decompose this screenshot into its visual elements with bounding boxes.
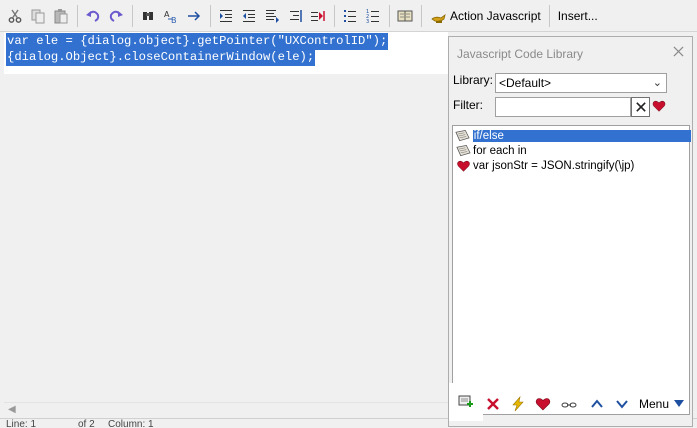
favorite-button[interactable] [533, 395, 553, 413]
goto-button[interactable] [183, 4, 205, 28]
snippet-list[interactable]: if/else for each in var jsonStr = JSON.s… [452, 125, 691, 415]
redo-icon [109, 10, 123, 22]
scroll-icon [455, 128, 471, 143]
list-item-label: var jsonStr = JSON.stringify(\jp) [473, 159, 635, 172]
copy-button[interactable] [27, 4, 49, 28]
toolbar-separator [210, 4, 211, 27]
add-snippet-button[interactable] [449, 383, 483, 421]
code-line[interactable]: {dialog.Object}.closeContainerWindow(ele… [6, 49, 316, 66]
bullets-button[interactable] [339, 4, 361, 28]
action-javascript-button[interactable]: Action Javascript [426, 4, 545, 28]
undo-button[interactable] [82, 4, 104, 28]
outdent-button[interactable] [238, 4, 260, 28]
numbered-icon: 123 [366, 9, 379, 24]
indent-button[interactable] [215, 4, 237, 28]
toolbar-separator [77, 4, 78, 27]
chevron-up-icon [591, 399, 603, 408]
toolbar-separator [334, 4, 335, 27]
chevron-down-icon [616, 400, 628, 409]
code-text-area[interactable]: var ele = {dialog.object}.getPointer("UX… [4, 32, 448, 74]
redo-button[interactable] [105, 4, 127, 28]
numbered-button[interactable]: 123 [362, 4, 384, 28]
menu-label: Menu [639, 397, 670, 411]
right-align-button[interactable] [284, 4, 306, 28]
clear-icon [635, 102, 646, 112]
library-book-button[interactable] [394, 4, 416, 28]
move-up-button[interactable] [587, 395, 607, 413]
binoculars-icon [143, 11, 153, 20]
triangle-down-icon [674, 400, 685, 407]
heart-icon [535, 398, 551, 411]
scroll-left-icon[interactable]: ◀ [8, 404, 16, 415]
svg-text:A: A [164, 10, 170, 19]
close-icon [672, 45, 684, 57]
paste-button[interactable] [50, 4, 72, 28]
align-icon [266, 9, 279, 23]
menu-button[interactable]: Menu [639, 397, 685, 411]
list-item[interactable]: for each in [455, 143, 691, 158]
bullets-icon [344, 9, 356, 22]
cut-button[interactable] [4, 4, 26, 28]
move-down-button[interactable] [612, 395, 632, 413]
svg-text:B: B [171, 16, 177, 24]
heart-icon [455, 158, 471, 173]
filter-input[interactable] [495, 97, 631, 117]
filter-label: Filter: [453, 98, 483, 112]
lightning-icon [512, 396, 524, 412]
delete-button[interactable] [483, 395, 503, 413]
toolbar-separator [132, 4, 133, 27]
book-icon [397, 10, 413, 21]
svg-text:3: 3 [366, 19, 369, 24]
outdent-icon [243, 9, 255, 22]
bookmark-button[interactable] [307, 4, 329, 28]
scissors-icon [8, 9, 22, 23]
action-javascript-label: Action Javascript [450, 8, 541, 23]
toolbar-separator [548, 4, 550, 27]
horizontal-scrollbar[interactable]: ◀ [4, 402, 448, 418]
list-item[interactable]: var jsonStr = JSON.stringify(\jp) [455, 158, 691, 173]
replace-icon: AB [164, 10, 177, 24]
undo-icon [86, 10, 100, 22]
add-snippet-icon [458, 395, 473, 407]
toolbar-separator [421, 4, 422, 27]
scroll-icon [455, 143, 471, 158]
right-align-icon [290, 9, 302, 22]
arrow-right-icon [188, 10, 201, 21]
copy-icon [31, 9, 45, 23]
clear-filter-button[interactable] [631, 97, 650, 117]
align-button[interactable] [261, 4, 283, 28]
replace-button[interactable]: AB [160, 4, 182, 28]
panel-toolbar: Menu [449, 383, 692, 423]
find-button[interactable] [137, 4, 159, 28]
delete-icon [487, 398, 499, 410]
panel-title: Javascript Code Library [457, 47, 584, 61]
chevron-down-icon: ⌄ [652, 77, 662, 89]
library-select[interactable]: <Default> ⌄ [495, 73, 667, 93]
link-button[interactable] [559, 395, 579, 413]
run-button[interactable] [508, 395, 528, 413]
insert-label: Insert... [557, 8, 598, 23]
code-line[interactable]: var ele = {dialog.object}.getPointer("UX… [6, 33, 389, 50]
list-item-label: for each in [473, 144, 527, 157]
favorites-heart-icon[interactable] [652, 99, 666, 113]
main-toolbar: AB 123 Action Javascript Insert... [0, 0, 697, 32]
bookmark-icon [311, 10, 325, 21]
javascript-code-library-panel: Javascript Code Library Library: <Defaul… [448, 36, 693, 427]
library-label: Library: [453, 73, 494, 87]
indent-icon [220, 9, 232, 22]
library-select-value: <Default> [499, 76, 552, 90]
list-item[interactable]: if/else [455, 128, 691, 143]
close-button[interactable] [670, 43, 686, 59]
paste-icon [54, 8, 68, 23]
link-icon [561, 402, 577, 408]
genie-lamp-icon [431, 13, 446, 23]
insert-button[interactable]: Insert... [554, 4, 602, 28]
list-item-label: if/else [472, 129, 691, 142]
toolbar-separator [389, 4, 390, 27]
